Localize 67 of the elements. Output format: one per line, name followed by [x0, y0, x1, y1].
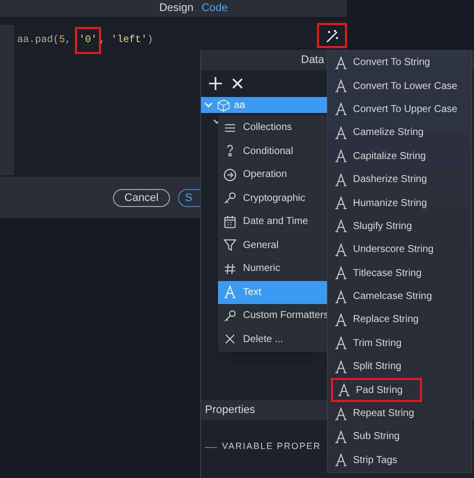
cancel-button[interactable]: Cancel: [113, 188, 170, 206]
letter-icon: [334, 149, 348, 164]
menu-item[interactable]: Camelcase String: [328, 284, 471, 308]
panel-title: Data: [301, 52, 324, 68]
properties-title: Properties: [205, 402, 256, 418]
letter-icon: [334, 453, 348, 468]
menu-item[interactable]: Repeat String: [328, 402, 471, 426]
letter-icon: [334, 242, 348, 257]
menu-item[interactable]: Conditional: [218, 140, 327, 163]
chevron-icon[interactable]: [204, 102, 213, 108]
letter-icon: [334, 336, 348, 350]
magic-wand-button[interactable]: [319, 25, 345, 46]
add-icon[interactable]: [209, 77, 222, 90]
menu-item[interactable]: Convert To String: [328, 51, 471, 74]
menu-item[interactable]: Custom Formatters: [218, 304, 327, 328]
menu-item[interactable]: Convert To Upper Case: [328, 98, 471, 122]
close-icon: [223, 332, 237, 346]
menu-item[interactable]: Numeric: [218, 257, 327, 280]
letter-icon: [334, 102, 348, 116]
close-icon[interactable]: [232, 78, 243, 89]
magic-wand-icon: [324, 28, 340, 44]
letter-icon: [334, 172, 348, 187]
menu-item[interactable]: Camelize String: [328, 121, 471, 145]
menu-item[interactable]: General: [218, 234, 327, 257]
code-line[interactable]: aa.pad(5, '0' , 'left'): [17, 29, 154, 51]
letter-icon: [223, 285, 237, 300]
menu-item[interactable]: Collections: [218, 116, 327, 140]
menu-item[interactable]: Titlecase String: [328, 262, 471, 285]
menu-item[interactable]: Slugify String: [328, 214, 471, 238]
menu-item[interactable]: Dasherize String: [328, 168, 471, 192]
menu-item[interactable]: Convert To Lower Case: [328, 74, 471, 98]
hash-icon: [223, 262, 237, 276]
menu-item[interactable]: Date and Time: [218, 210, 327, 234]
letter-icon: [334, 196, 348, 210]
menu-item[interactable]: Delete ...: [218, 328, 327, 351]
menu-item[interactable]: Humanize String: [328, 191, 471, 215]
menu-item[interactable]: Sub String: [328, 425, 471, 449]
letter-icon: [334, 266, 348, 280]
key-icon: [223, 308, 237, 323]
menu-item[interactable]: Replace String: [328, 308, 471, 332]
tab[interactable]: Design: [159, 0, 194, 17]
calendar-icon: [223, 214, 237, 229]
letter-icon: [334, 406, 348, 421]
menu-item[interactable]: Strip Tags: [328, 448, 471, 472]
letter-icon: [334, 430, 348, 444]
menu-item[interactable]: Capitalize String: [328, 144, 471, 168]
filter-icon: [223, 238, 237, 252]
menu-item[interactable]: Trim String: [328, 332, 471, 356]
letter-icon: [334, 219, 348, 234]
tab[interactable]: Code: [201, 0, 228, 17]
menu-item[interactable]: Pad String: [331, 378, 422, 402]
letter-icon: [334, 360, 348, 374]
menu-item[interactable]: Split String: [328, 355, 471, 378]
section-heading: VARIABLE PROPER: [222, 440, 321, 454]
letter-icon: [334, 56, 348, 70]
cube-icon: [217, 98, 230, 112]
menu-item[interactable]: Underscore String: [328, 238, 471, 262]
arrow-circle-icon: [223, 168, 237, 182]
letter-icon: [334, 79, 348, 94]
key-icon: [223, 191, 237, 206]
letter-icon: [334, 312, 348, 327]
letter-icon: [334, 126, 348, 140]
letter-icon: [334, 290, 348, 304]
menu-item[interactable]: Cryptographic: [218, 186, 327, 210]
menu-item[interactable]: Operation: [218, 163, 327, 186]
tree-label: aa: [234, 98, 246, 112]
letter-icon: [337, 383, 351, 398]
